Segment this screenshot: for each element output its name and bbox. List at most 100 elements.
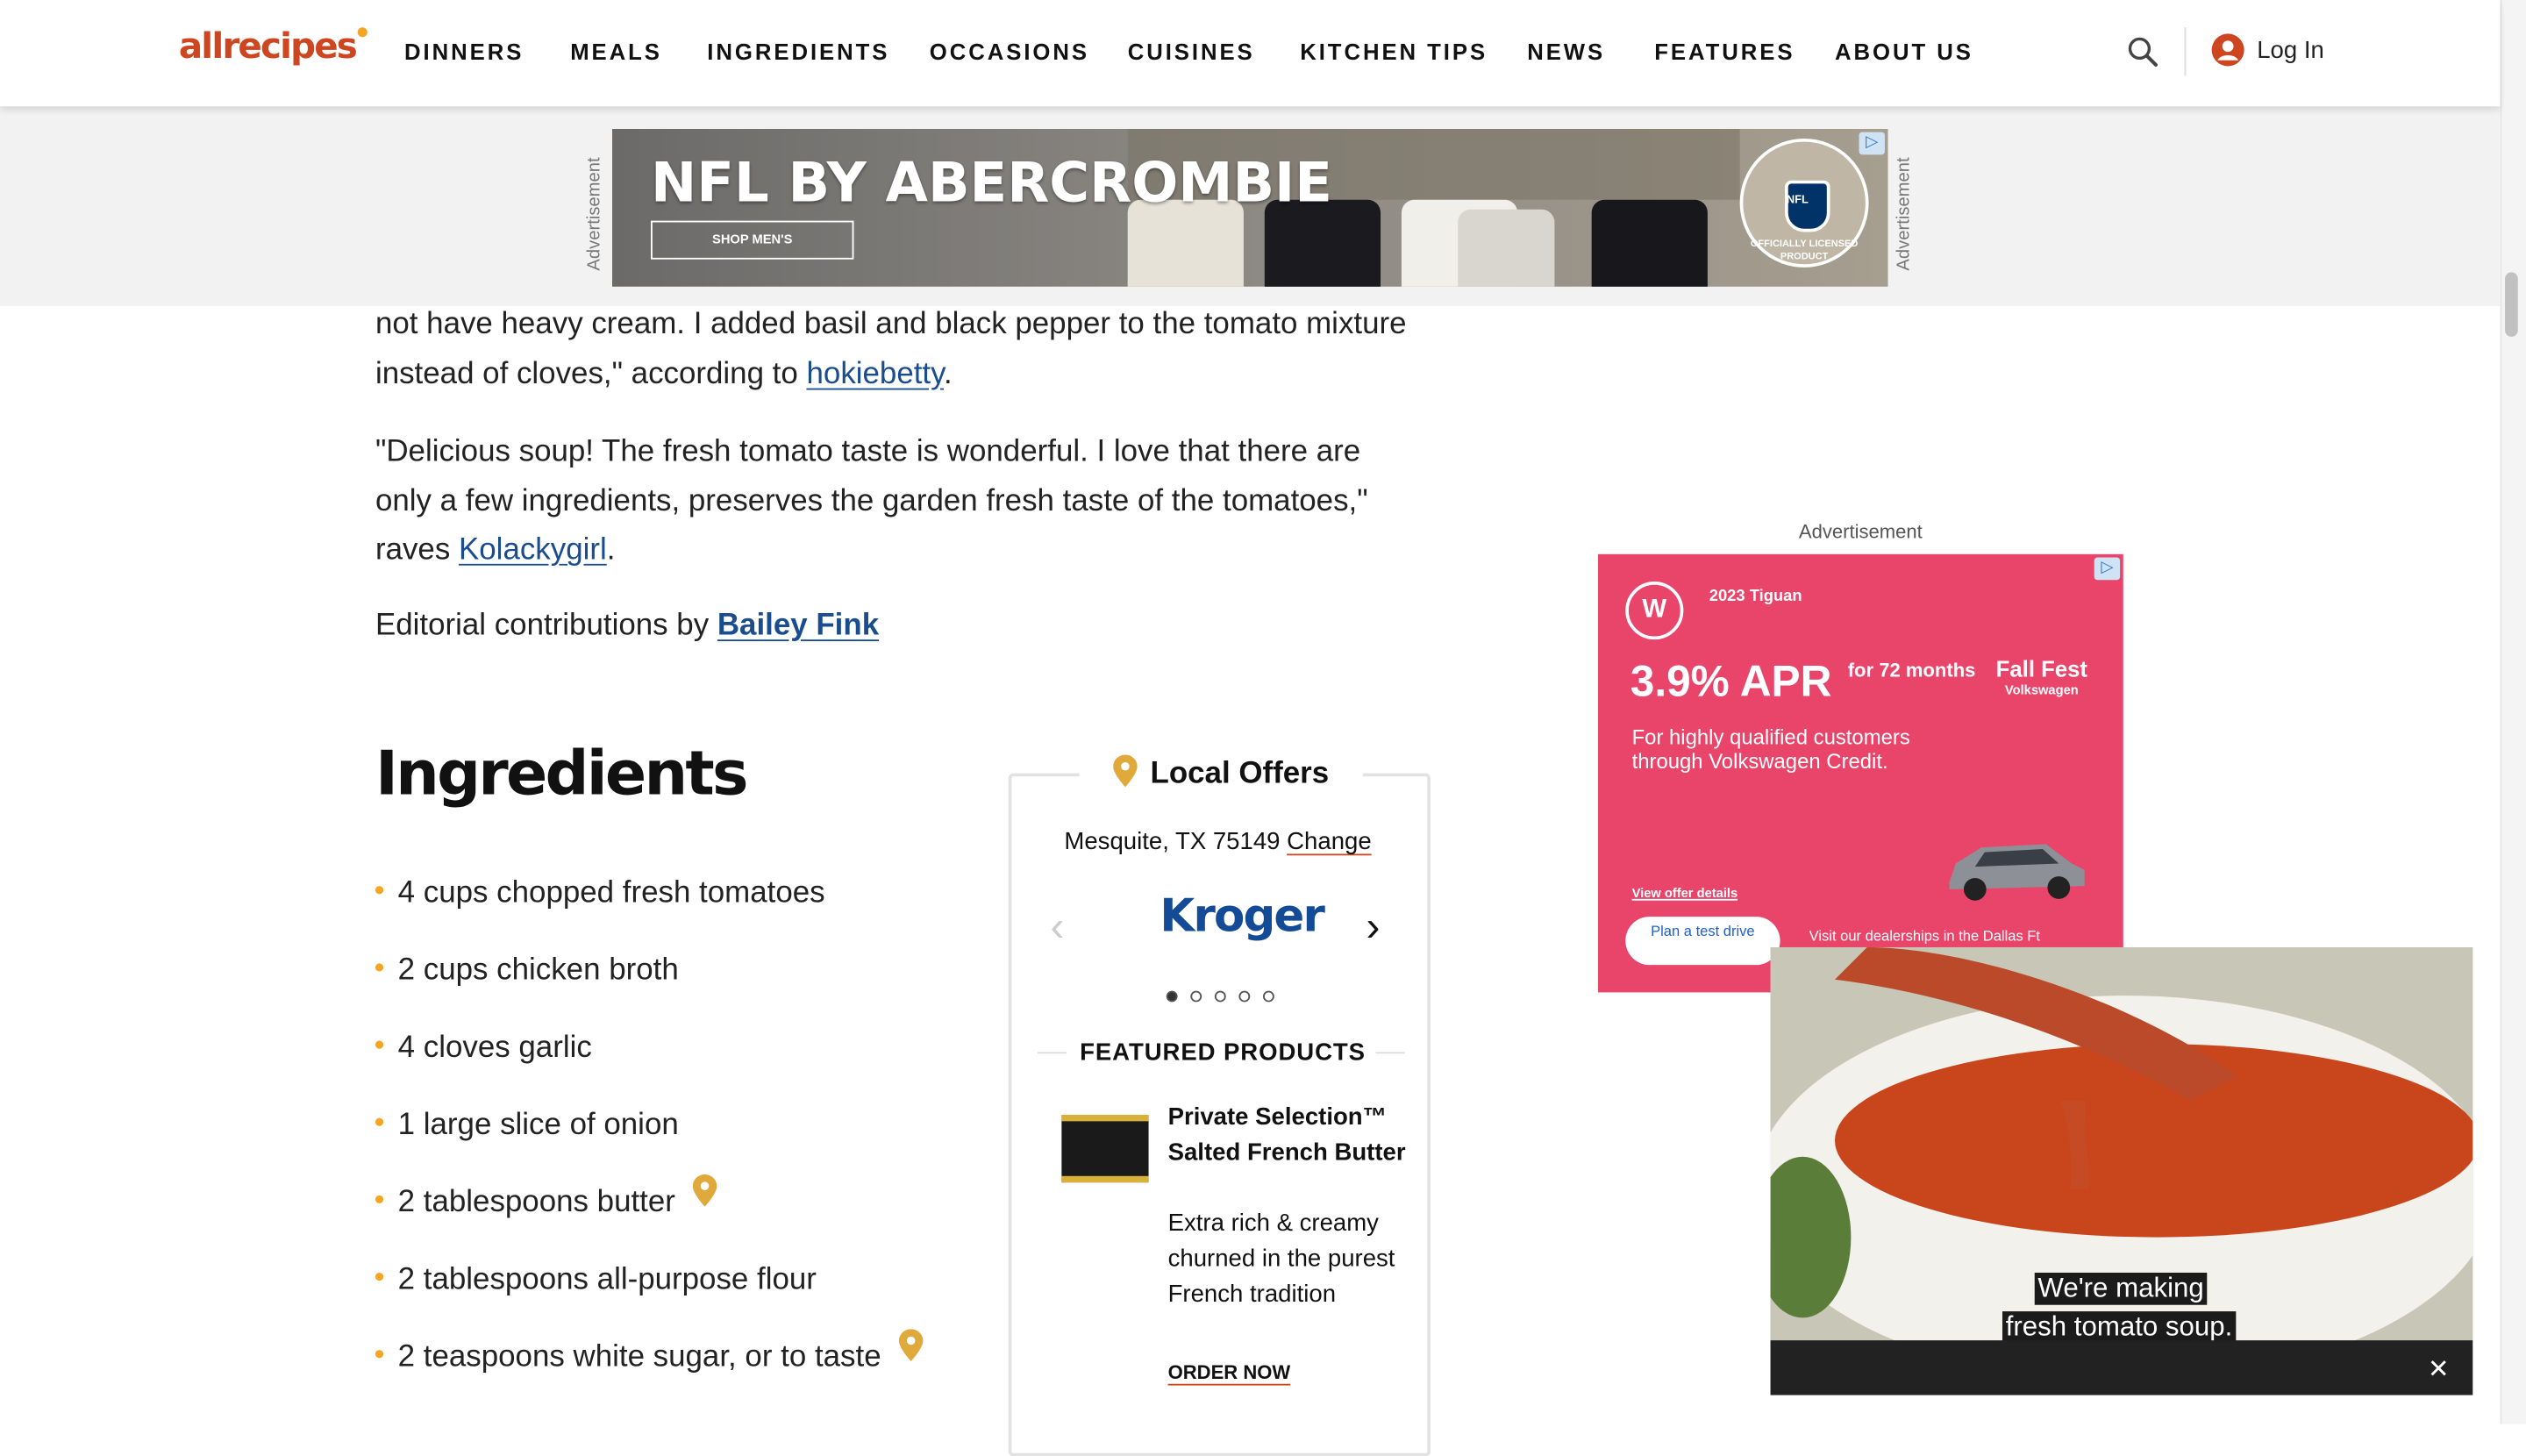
change-location-link[interactable]: Change bbox=[1287, 828, 1372, 855]
nfl-badge-logo-text: NFL bbox=[1786, 195, 1809, 207]
ingredient-item: 4 cloves garlic bbox=[375, 1031, 592, 1066]
location-text: Mesquite, TX 75149 bbox=[1064, 828, 1281, 856]
ingredient-text: 1 large slice of onion bbox=[397, 1108, 679, 1143]
nav-item-cuisines[interactable]: CUISINES bbox=[1128, 39, 1255, 64]
adchoices-icon[interactable]: ▷ bbox=[2094, 557, 2121, 581]
review-1-line-2: instead of cloves," according to bbox=[375, 356, 807, 391]
vw-offer-link[interactable]: View offer details bbox=[1632, 886, 1738, 901]
close-icon[interactable]: ✕ bbox=[2428, 1353, 2450, 1386]
ad-shirt-5 bbox=[1591, 199, 1708, 287]
carousel-next-button[interactable]: › bbox=[1366, 903, 1381, 953]
carousel-prev-button[interactable]: ‹ bbox=[1051, 903, 1065, 953]
review-1-suffix: . bbox=[943, 356, 953, 391]
carousel-dot[interactable] bbox=[1190, 990, 1202, 1003]
adchoices-icon[interactable]: ▷ bbox=[1859, 132, 1885, 155]
search-icon[interactable] bbox=[2125, 34, 2160, 69]
review-paragraph-2: "Delicious soup! The fresh tomato taste … bbox=[375, 429, 1423, 576]
nav-item-dinners[interactable]: DINNERS bbox=[404, 39, 524, 64]
author-link-bailey-fink[interactable]: Bailey Fink bbox=[717, 609, 879, 643]
abercrombie-ad-banner[interactable]: NFL BY ABERCROMBIE SHOP MEN'S NFL OFFICI… bbox=[611, 128, 1888, 287]
vw-visit-text: Visit our dealerships in the Dallas Ft bbox=[1809, 927, 2041, 945]
vw-apr: 3.9% APR bbox=[1630, 657, 1832, 706]
carousel-dots bbox=[1166, 981, 1288, 1010]
bullet-dot bbox=[375, 964, 384, 973]
ingredient-item: 2 teaspoons white sugar, or to taste bbox=[375, 1329, 924, 1375]
review-2-suffix: . bbox=[606, 532, 616, 567]
video-control-bar bbox=[1770, 1340, 2473, 1395]
local-offers-location: Mesquite, TX 75149 Change bbox=[1031, 828, 1404, 855]
ad-label-left: Advertisement bbox=[584, 157, 604, 271]
ingredient-item: 4 cups chopped fresh tomatoes bbox=[375, 876, 825, 911]
bullet-dot bbox=[375, 1195, 384, 1204]
site-header: allrecipes DINNERS MEALS INGREDIENTS OCC… bbox=[0, 0, 2501, 107]
logo-spoon-icon bbox=[357, 27, 367, 38]
sidebar-ad-label: Advertisement bbox=[1798, 520, 1923, 543]
ingredient-text: 2 cups chicken broth bbox=[397, 953, 679, 988]
fall-fest-brand: Volkswagen bbox=[2004, 682, 2079, 698]
nav-item-features[interactable]: FEATURES bbox=[1654, 39, 1795, 64]
bullet-dot bbox=[375, 887, 384, 896]
product-image-butter[interactable] bbox=[1061, 1114, 1149, 1183]
carousel-dot[interactable] bbox=[1238, 990, 1251, 1003]
ingredient-item: 2 cups chicken broth bbox=[375, 953, 679, 989]
local-offers-title: Local Offers bbox=[1079, 747, 1363, 803]
product-description: Extra rich & creamy churned in the pures… bbox=[1167, 1210, 1395, 1309]
location-pin-icon[interactable] bbox=[899, 1329, 924, 1361]
ad-shop-button[interactable]: SHOP MEN'S bbox=[651, 220, 854, 260]
nav-item-about-us[interactable]: ABOUT US bbox=[1835, 39, 1973, 64]
order-now-button[interactable]: ORDER NOW bbox=[1168, 1361, 1291, 1384]
nav-item-ingredients[interactable]: INGREDIENTS bbox=[707, 39, 889, 64]
featured-divider-left bbox=[1037, 1052, 1067, 1054]
ingredient-text: 4 cloves garlic bbox=[397, 1031, 592, 1066]
product-name[interactable]: Private Selection™ Salted French Butter bbox=[1168, 1100, 1410, 1171]
carousel-dot[interactable] bbox=[1166, 990, 1178, 1003]
review-paragraph-1: not have heavy cream. I added basil and … bbox=[375, 301, 1438, 399]
page-scrollbar[interactable] bbox=[2500, 0, 2526, 1424]
vw-months: for 72 months bbox=[1847, 659, 1976, 682]
login-link[interactable]: Log In bbox=[2257, 37, 2324, 64]
nav-item-news[interactable]: NEWS bbox=[1527, 39, 1605, 64]
reviewer-link-kolackygirl[interactable]: Kolackygirl bbox=[459, 533, 607, 567]
ingredient-text: 2 tablespoons butter bbox=[397, 1185, 675, 1220]
editorial-prefix: Editorial contributions by bbox=[375, 609, 717, 643]
editorial-credit: Editorial contributions by Bailey Fink bbox=[375, 603, 1438, 652]
bullet-dot bbox=[375, 1273, 384, 1282]
ingredient-text: 2 tablespoons all-purpose flour bbox=[397, 1262, 817, 1297]
vw-car-image bbox=[1949, 844, 2085, 901]
nfl-licensed-badge: NFL OFFICIALLY LICENSED PRODUCT bbox=[1739, 138, 1869, 268]
bullet-dot bbox=[375, 1041, 384, 1050]
vw-test-drive-button[interactable]: Plan a test drive bbox=[1625, 917, 1780, 966]
nfl-badge-text: OFFICIALLY LICENSED PRODUCT bbox=[1750, 239, 1859, 263]
volkswagen-ad[interactable]: W 2023 Tiguan 3.9% APR for 72 months Fal… bbox=[1598, 553, 2123, 993]
nav-item-occasions[interactable]: OCCASIONS bbox=[930, 39, 1089, 64]
location-pin-icon[interactable] bbox=[693, 1174, 718, 1207]
ingredient-text: 2 teaspoons white sugar, or to taste bbox=[397, 1340, 881, 1374]
featured-products-heading: FEATURED PRODUCTS bbox=[1080, 1038, 1366, 1067]
ad-label-right: Advertisement bbox=[1894, 157, 1914, 271]
vw-model: 2023 Tiguan bbox=[1709, 588, 1802, 606]
reviewer-link-hokiebetty[interactable]: hokiebetty bbox=[806, 357, 943, 391]
video-caption-line-2: fresh tomato soup. bbox=[2002, 1311, 2236, 1344]
floating-video-player[interactable]: We're making fresh tomato soup. ✕ bbox=[1770, 946, 2473, 1395]
bullet-dot bbox=[375, 1118, 384, 1127]
vw-logo-icon: W bbox=[1625, 582, 1684, 640]
ingredients-heading: Ingredients bbox=[375, 738, 749, 810]
carousel-dot[interactable] bbox=[1214, 990, 1226, 1003]
bullet-dot bbox=[375, 1351, 384, 1360]
carousel-dot[interactable] bbox=[1262, 990, 1274, 1003]
nav-item-meals[interactable]: MEALS bbox=[570, 39, 662, 64]
ingredient-item: 1 large slice of onion bbox=[375, 1109, 679, 1144]
kroger-logo[interactable]: Kroger bbox=[1160, 889, 1324, 943]
local-offers-title-text: Local Offers bbox=[1150, 757, 1330, 791]
ad-shirt-4 bbox=[1458, 209, 1555, 287]
header-divider bbox=[2184, 27, 2187, 76]
review-1-line-1: not have heavy cream. I added basil and … bbox=[375, 307, 1407, 342]
allrecipes-logo[interactable]: allrecipes bbox=[179, 27, 367, 68]
scrollbar-thumb[interactable] bbox=[2505, 272, 2518, 337]
fall-fest-text: Fall Fest bbox=[1995, 655, 2087, 682]
ad-headline: NFL BY ABERCROMBIE bbox=[651, 151, 1332, 217]
user-avatar-icon[interactable] bbox=[2210, 32, 2245, 68]
nav-item-kitchen-tips[interactable]: KITCHEN TIPS bbox=[1300, 39, 1488, 64]
ingredient-item: 2 tablespoons all-purpose flour bbox=[375, 1263, 817, 1298]
ingredient-item: 2 tablespoons butter bbox=[375, 1174, 718, 1221]
